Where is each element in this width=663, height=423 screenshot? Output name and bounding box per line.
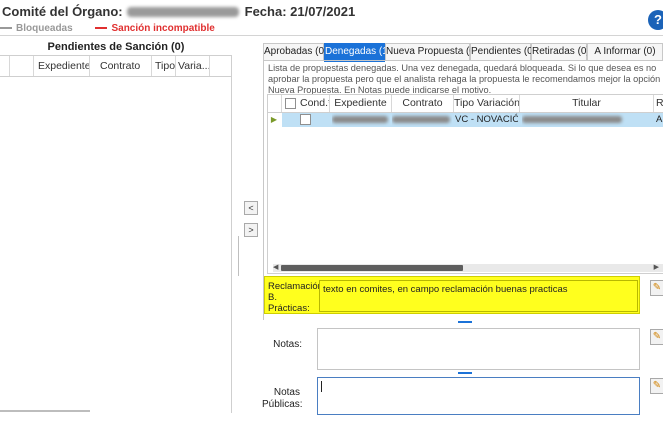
scroll-left-icon[interactable]: ◀ (273, 264, 278, 272)
scroll-right-icon[interactable]: ▶ (654, 264, 659, 272)
header-divider (0, 35, 663, 36)
denegadas-info-text: Lista de propuestas denegadas. Una vez d… (268, 63, 661, 95)
comite-window: Comité del Órgano: Fecha: 21/07/2021 ? Bl… (0, 0, 663, 423)
incompatible-legend-label: Sanción incompatible (111, 23, 215, 34)
notas-textarea[interactable] (317, 328, 640, 370)
tab-retiradas[interactable]: Retiradas (0) (531, 43, 590, 61)
row-titular-redacted (522, 113, 652, 127)
pending-selector-column (0, 56, 10, 76)
grid-horizontal-scrollbar[interactable]: ◀ ▶ (273, 264, 663, 272)
help-icon[interactable]: ? (648, 10, 663, 30)
pending-col-expediente[interactable]: Expediente (34, 56, 90, 76)
resize-grip[interactable] (458, 372, 472, 374)
incompatible-legend-swatch (95, 27, 108, 30)
reclamacion-field[interactable]: texto en comites, en campo reclamación b… (319, 280, 638, 312)
pencil-icon[interactable]: ✎ (650, 280, 663, 296)
scroll-thumb[interactable] (281, 265, 463, 271)
tab-a-informar[interactable]: A Informar (0) (587, 43, 663, 61)
panel-splitter[interactable] (238, 236, 239, 276)
denegadas-grid[interactable]: Cond.* Expediente Contrato Tipo Variació… (267, 94, 663, 274)
organ-name-redacted (126, 6, 239, 17)
pencil-icon[interactable]: ✎ (650, 378, 663, 394)
row-tipo-variacion: VC - NOVACIÓ... (455, 114, 518, 125)
title-prefix: Comité del Órgano: (2, 4, 123, 19)
reclamacion-label: Reclamación B. Prácticas: (268, 281, 323, 314)
blocked-legend-label: Bloqueadas (16, 23, 73, 34)
incompatible-legend: Sanción incompatible (95, 23, 215, 34)
col-contrato[interactable]: Contrato (392, 95, 454, 112)
date-text: Fecha: 21/07/2021 (244, 4, 356, 19)
pending-col-contrato[interactable]: Contrato (90, 56, 152, 76)
table-row[interactable]: ▶ VC - NOVACIÓ... A (268, 113, 663, 127)
notas-publicas-label: Notas Públicas: (262, 387, 303, 410)
blocked-legend-swatch (0, 27, 12, 30)
pending-grid-scrollbar[interactable] (0, 410, 90, 412)
col-tipo-variacion[interactable]: Tipo Variación (454, 95, 520, 112)
row-pointer-icon: ▶ (270, 115, 278, 124)
notas-publicas-textarea[interactable] (317, 377, 640, 415)
notas-label: Notas: (273, 339, 302, 350)
move-left-button[interactable]: < (244, 201, 258, 215)
select-all-checkbox[interactable] (285, 98, 296, 109)
page-title: Comité del Órgano: Fecha: 21/07/2021 (2, 4, 355, 19)
grid-selector-column (268, 95, 282, 112)
col-titular[interactable]: Titular (520, 95, 654, 112)
row-expediente-redacted (332, 113, 390, 127)
status-legend: Bloqueadas Sanción incompatible (0, 23, 215, 34)
move-right-button[interactable]: > (244, 223, 258, 237)
resize-grip[interactable] (458, 321, 472, 323)
tab-nueva-propuesta[interactable]: Nueva Propuesta (0) (385, 43, 478, 61)
col-expediente[interactable]: Expediente (330, 95, 392, 112)
pencil-icon[interactable]: ✎ (650, 329, 663, 345)
row-cond-checkbox[interactable] (300, 114, 311, 125)
pending-col-variacion[interactable]: Varia... (176, 56, 210, 76)
pending-panel-title: Pendientes de Sanción (0) (47, 41, 185, 53)
col-r[interactable]: R (654, 95, 663, 112)
tab-aprobadas[interactable]: Aprobadas (0) (263, 43, 327, 61)
tab-pendientes[interactable]: Pendientes (0) (470, 43, 536, 61)
pending-check-column (10, 56, 34, 76)
row-contrato-redacted (392, 113, 452, 127)
text-caret (321, 381, 322, 392)
pending-grid-header: Expediente Contrato Tipo Varia... (0, 55, 232, 77)
reclamacion-section: Reclamación B. Prácticas: texto en comit… (264, 276, 640, 314)
pending-grid[interactable]: Expediente Contrato Tipo Varia... (0, 55, 232, 413)
pending-col-tipo[interactable]: Tipo (152, 56, 176, 76)
row-extra: A (656, 114, 663, 125)
col-cond[interactable]: Cond.* (282, 95, 330, 112)
col-cond-label: Cond.* (300, 97, 330, 109)
